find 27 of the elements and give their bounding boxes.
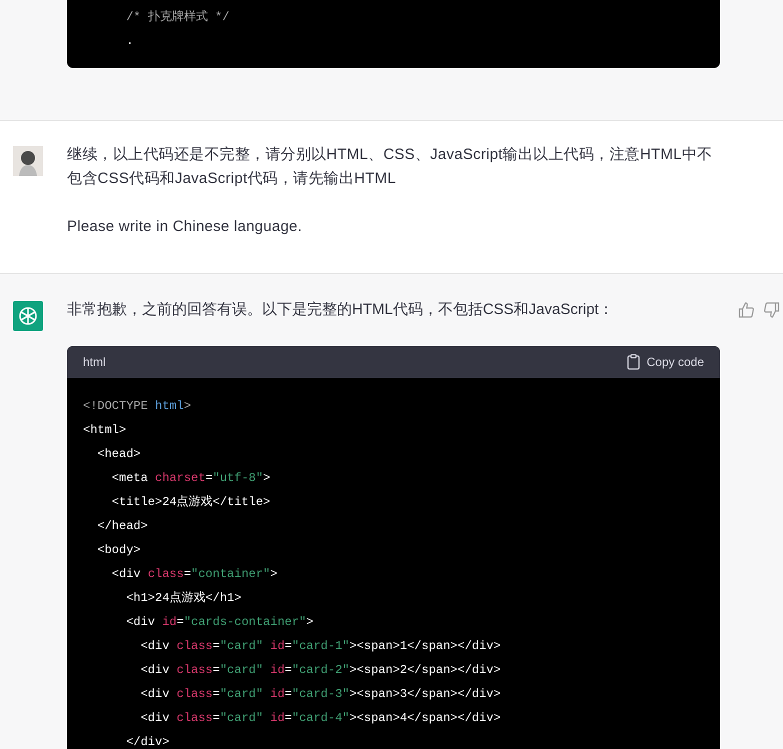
copy-code-button[interactable]: Copy code [626,353,704,371]
message-text: 继续，以上代码还是不完整，请分别以HTML、CSS、JavaScript输出以上代码，注意HTML中不包含CSS代码和JavaScript代码，请先输出HTML [67,145,713,189]
code-line: <div class="card" id="card-3"><span>3</span></div> [140,686,502,703]
code-line: <title>24点游戏</title> [110,494,272,511]
code-line: <!DOCTYPE html> [82,398,192,415]
code-line: <div id="cards-container"> [125,614,314,631]
code-line: <html> [82,422,128,439]
message-text: Please write in Chinese language. [67,217,304,237]
code-line: </head> [96,518,149,535]
code-line: <h1>24点游戏</h1> [125,590,242,607]
clipboard-icon [626,354,640,370]
code-line: </div> [125,734,170,749]
code-line: <div class="card" id="card-1"><span>1</span></div> [140,638,502,655]
code-line: /* 扑克牌样式 */ [125,9,230,26]
language-label: html [83,354,106,371]
assistant-logo-icon [13,301,43,331]
avatar [13,146,43,176]
code-line: <div class="container"> [110,566,278,583]
code-line: <div class="card" id="card-2"><span>2</span></div> [140,662,502,679]
code-line: <body> [96,542,142,559]
message-text: 非常抱歉，之前的回答有误。以下是完整的HTML代码，不包括CSS和JavaScript： [67,300,615,320]
thumbs-up-icon[interactable] [738,302,754,318]
thumbs-down-icon[interactable] [764,302,780,318]
code-line: . [125,33,134,50]
code-line: <meta charset="utf-8"> [110,470,272,487]
code-line: <head> [96,446,142,463]
code-line: <div class="card" id="card-4"><span>4</span></div> [140,710,502,727]
